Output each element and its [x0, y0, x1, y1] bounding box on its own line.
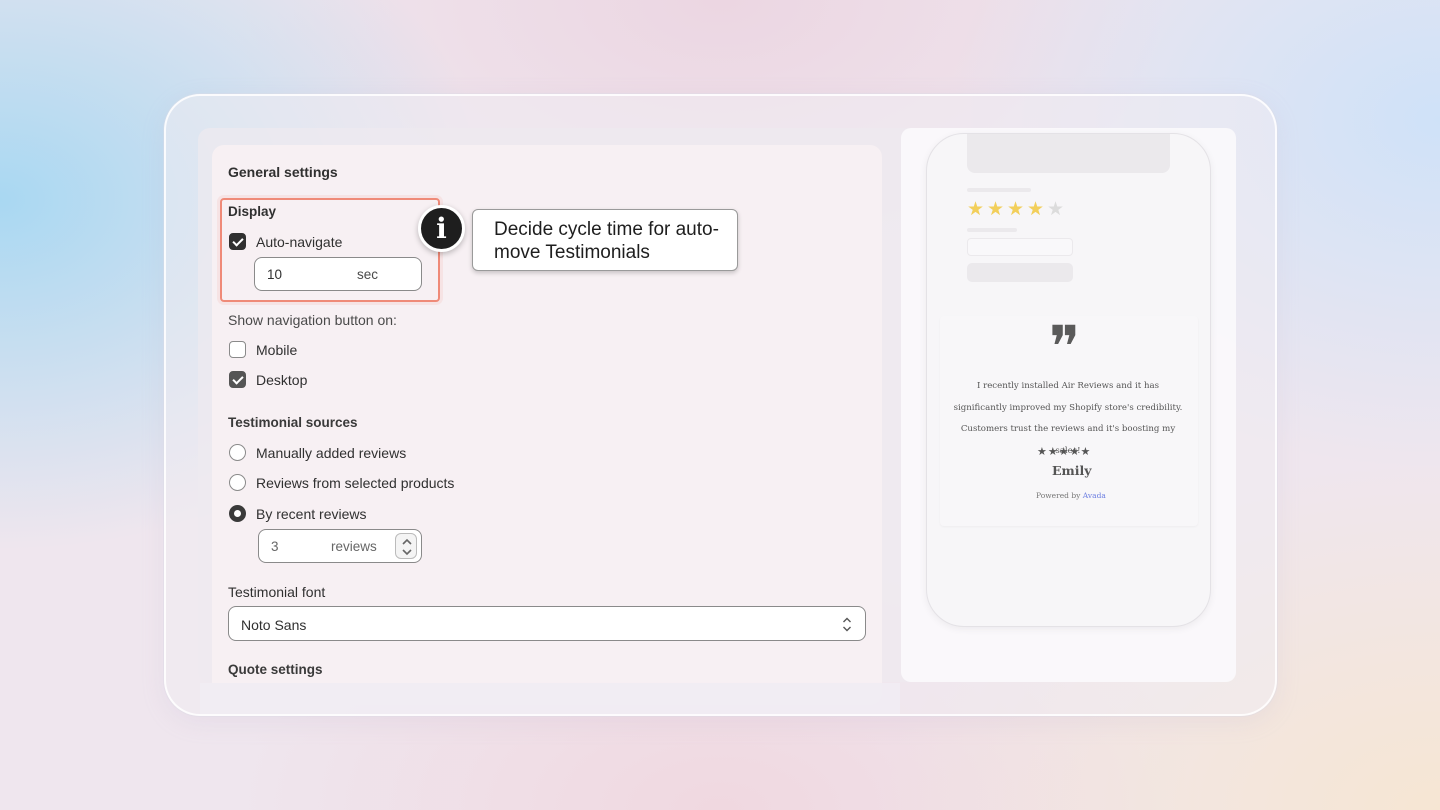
- desktop-label: Desktop: [256, 372, 308, 388]
- rating-star-icon: ★: [1047, 199, 1065, 220]
- desktop-checkbox[interactable]: [229, 371, 246, 388]
- radio-manual[interactable]: [229, 444, 246, 461]
- font-select-value: Noto Sans: [241, 617, 307, 633]
- font-label: Testimonial font: [228, 584, 326, 600]
- select-chevron-icon: [843, 617, 851, 632]
- radio-recent-label: By recent reviews: [256, 506, 367, 522]
- rating-star-icon: ★: [1027, 199, 1045, 220]
- powered-by-prefix: Powered by: [1036, 491, 1081, 500]
- tooltip-text: Decide cycle time for auto-move Testimon…: [494, 219, 719, 263]
- auto-navigate-label: Auto-navigate: [256, 234, 343, 250]
- tooltip-callout: Decide cycle time for auto-move Testimon…: [472, 209, 738, 271]
- powered-by: Powered by Avada: [1036, 491, 1106, 500]
- rating-star-icon: ★: [967, 199, 985, 220]
- radio-recent[interactable]: [229, 505, 246, 522]
- recent-count-stepper[interactable]: 3 reviews: [258, 529, 422, 563]
- powered-by-link[interactable]: Avada: [1083, 491, 1106, 500]
- cycle-time-input[interactable]: 10 sec: [254, 257, 422, 291]
- radio-selected-products-label: Reviews from selected products: [256, 475, 455, 491]
- skeleton-image: [967, 134, 1170, 173]
- nav-button-label: Show navigation button on:: [228, 312, 397, 328]
- info-icon: i: [418, 205, 465, 252]
- auto-navigate-checkbox[interactable]: [229, 233, 246, 250]
- skeleton-input: [967, 238, 1073, 256]
- quote-settings-title: Quote settings: [228, 662, 323, 677]
- display-title: Display: [228, 204, 277, 219]
- recent-count-suffix: reviews: [331, 539, 377, 554]
- reviewer-name: Emily: [1052, 463, 1092, 478]
- review-stars: ★★★★★: [1037, 446, 1092, 458]
- skeleton-line: [967, 228, 1017, 232]
- skeleton-line: [967, 188, 1031, 192]
- clip-overlay: [200, 683, 900, 714]
- font-select[interactable]: Noto Sans: [228, 606, 866, 641]
- cycle-time-value: 10: [267, 267, 283, 282]
- mobile-checkbox[interactable]: [229, 341, 246, 358]
- general-settings-title: General settings: [228, 164, 338, 180]
- recent-count-value: 3: [271, 539, 279, 554]
- rating-star-icon: ★: [1007, 199, 1025, 220]
- chevron-up-down-icon: [402, 538, 412, 556]
- rating-star-icon: ★: [987, 199, 1005, 220]
- cycle-time-suffix: sec: [357, 267, 379, 282]
- stepper-buttons[interactable]: [395, 533, 417, 559]
- quote-icon: ❞: [1049, 313, 1081, 381]
- radio-selected-products[interactable]: [229, 474, 246, 491]
- radio-manual-label: Manually added reviews: [256, 445, 407, 461]
- mobile-label: Mobile: [256, 342, 298, 358]
- skeleton-button: [967, 263, 1073, 282]
- testimonial-sources-title: Testimonial sources: [228, 415, 358, 430]
